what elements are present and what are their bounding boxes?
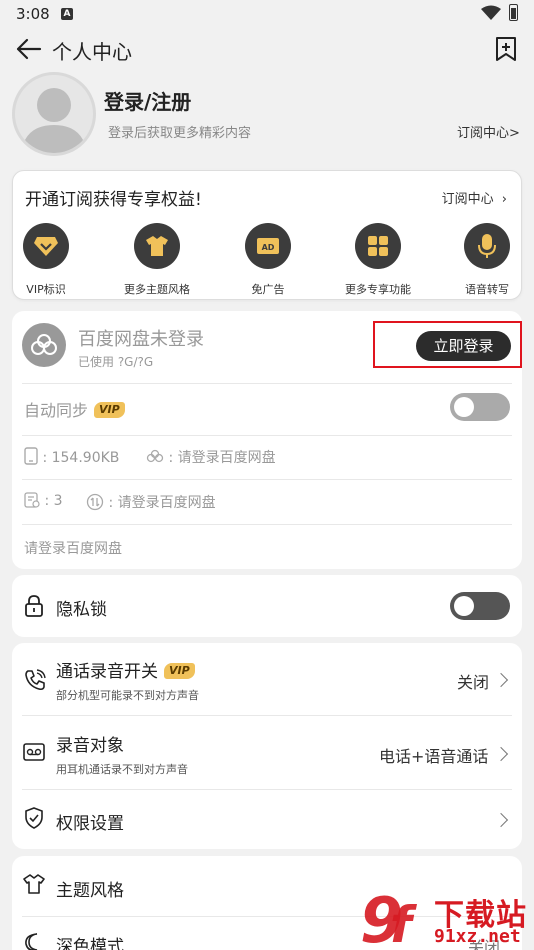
recording-settings-card: 通话录音开关 VIP 部分机型可能录不到对方声音 关闭 录音对象 用耳机通话录不到… xyxy=(12,643,522,849)
grid-icon xyxy=(355,223,401,269)
call-recording-title-wrap: 通话录音开关 VIP xyxy=(56,657,195,682)
feature-label: 免广告 xyxy=(251,283,285,296)
vip-badge-icon xyxy=(23,223,69,269)
note-count-icon xyxy=(24,492,40,508)
privacy-lock-label: 隐私锁 xyxy=(56,600,107,620)
cloud-footer-hint[interactable]: 请登录百度网盘 xyxy=(24,538,122,558)
subscription-promo-card[interactable]: 开通订阅获得专享权益! 订阅中心 › VIP标识 更多主题风格 AD 免广告 更… xyxy=(12,170,522,300)
feature-label: VIP标识 xyxy=(26,283,66,296)
chevron-right-icon: › xyxy=(501,192,507,207)
baidu-cloud-small-icon xyxy=(146,449,164,463)
phone-call-icon xyxy=(25,669,46,691)
call-recording-value: 关闭 xyxy=(457,673,490,692)
theme-style-title: 主题风格 xyxy=(56,881,124,901)
vip-tag: VIP xyxy=(94,402,125,418)
wifi-icon xyxy=(481,5,501,20)
cloud-count-value: : 请登录百度网盘 xyxy=(108,495,216,511)
subscription-center-link[interactable]: 订阅中心> xyxy=(457,122,520,141)
recording-target-subtitle: 用耳机通话录不到对方声音 xyxy=(56,763,188,776)
lock-icon xyxy=(25,595,43,617)
baidu-cloud-icon xyxy=(22,323,66,367)
voicemail-icon xyxy=(23,743,45,761)
avatar[interactable] xyxy=(12,72,96,156)
feature-vip-badge[interactable]: VIP标识 xyxy=(1,223,91,297)
login-register-title[interactable]: 登录/注册 xyxy=(104,86,191,115)
login-subtitle: 登录后获取更多精彩内容 xyxy=(108,126,252,141)
promo-subscription-link[interactable]: 订阅中心 › xyxy=(442,188,507,207)
watermark-url: 91xz.net xyxy=(434,926,521,947)
page-title: 个人中心 xyxy=(52,40,132,64)
dark-mode-title: 深色模式 xyxy=(56,937,124,950)
battery-icon xyxy=(509,4,518,21)
feature-voice-transcription[interactable]: 语音转写 xyxy=(442,223,532,297)
call-recording-row[interactable]: 通话录音开关 VIP 部分机型可能录不到对方声音 关闭 xyxy=(12,643,522,715)
divider xyxy=(22,524,512,525)
divider xyxy=(22,435,512,436)
permissions-row[interactable]: 权限设置 xyxy=(12,789,522,849)
promo-link-label: 订阅中心 xyxy=(441,192,494,207)
local-size-value: : 154.90KB xyxy=(42,450,120,466)
chevron-right-icon xyxy=(493,746,509,762)
feature-label: 更多主题风格 xyxy=(124,283,190,296)
phone-storage-icon xyxy=(24,447,38,465)
back-arrow-icon[interactable] xyxy=(14,36,44,62)
cloud-sync-icon xyxy=(86,493,104,511)
recording-target-title: 录音对象 xyxy=(56,736,124,756)
shield-icon xyxy=(25,807,43,829)
shirt-outline-icon xyxy=(23,874,45,894)
cloud-status-title: 百度网盘未登录 xyxy=(78,329,204,350)
svg-text:AD: AD xyxy=(262,243,275,252)
notification-icon: A xyxy=(61,8,73,20)
cloud-count-row: : 请登录百度网盘 xyxy=(86,492,216,512)
highlight-frame xyxy=(373,321,522,368)
privacy-lock-toggle[interactable] xyxy=(450,592,510,620)
permissions-title: 权限设置 xyxy=(56,814,124,834)
feature-no-ads[interactable]: AD 免广告 xyxy=(223,223,313,297)
vip-tag: VIP xyxy=(164,663,195,679)
promo-title: 开通订阅获得专享权益! xyxy=(25,190,202,210)
status-time: 3:08 xyxy=(16,5,50,23)
microphone-icon xyxy=(464,223,510,269)
cloud-size-value: : 请登录百度网盘 xyxy=(168,450,276,466)
svg-text:f: f xyxy=(390,896,417,948)
feature-label: 语音转写 xyxy=(465,283,509,296)
divider xyxy=(22,383,512,384)
feature-themes[interactable]: 更多主题风格 xyxy=(112,223,202,297)
chevron-right-icon xyxy=(493,812,509,828)
divider xyxy=(22,479,512,480)
local-count-value: : 3 xyxy=(44,493,63,509)
chevron-right-icon xyxy=(493,672,509,688)
ad-icon: AD xyxy=(245,223,291,269)
auto-sync-label: 自动同步 xyxy=(24,401,89,420)
auto-sync-toggle[interactable] xyxy=(450,393,510,421)
status-bar: 3:08 A xyxy=(0,0,534,28)
feature-label: 更多专享功能 xyxy=(345,283,411,296)
local-size-row: : 154.90KB xyxy=(24,447,119,466)
bookmark-add-icon[interactable] xyxy=(494,36,518,62)
shirt-icon xyxy=(134,223,180,269)
default-avatar-icon xyxy=(21,88,87,153)
call-recording-title: 通话录音开关 xyxy=(56,662,158,682)
cloud-size-row: : 请登录百度网盘 xyxy=(146,447,276,467)
cloud-storage-used: 已使用 ?G/?G xyxy=(78,355,154,369)
local-count-row: : 3 xyxy=(24,492,63,509)
recording-target-value: 电话+语音通话 xyxy=(379,747,489,766)
auto-sync-row: 自动同步 VIP xyxy=(24,397,125,421)
call-recording-subtitle: 部分机型可能录不到对方声音 xyxy=(56,689,199,702)
recording-target-row[interactable]: 录音对象 用耳机通话录不到对方声音 电话+语音通话 xyxy=(12,715,522,789)
moon-icon xyxy=(25,933,38,950)
privacy-lock-card: 隐私锁 xyxy=(12,575,522,637)
feature-more-functions[interactable]: 更多专享功能 xyxy=(333,223,423,297)
